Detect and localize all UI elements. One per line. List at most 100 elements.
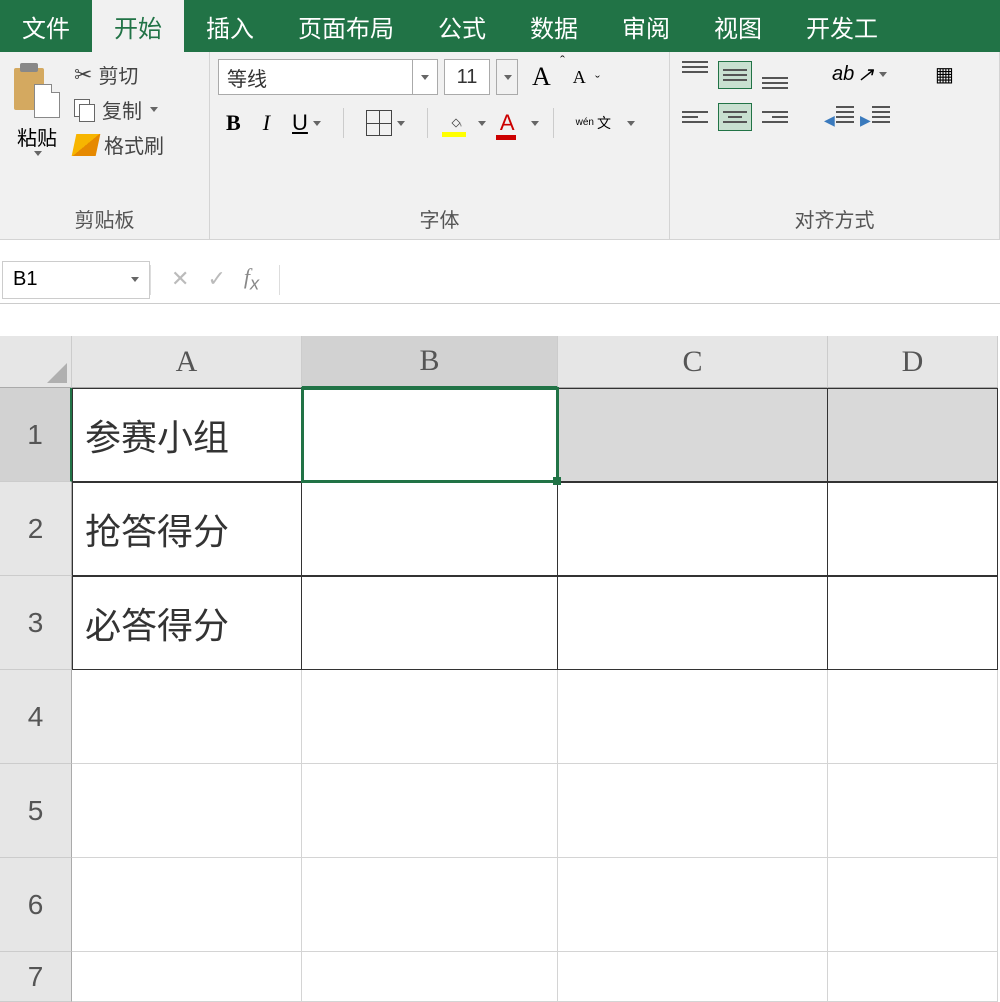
cut-label: 剪切: [98, 60, 138, 89]
paste-button[interactable]: 粘贴: [8, 58, 66, 160]
cell-A4[interactable]: [72, 670, 302, 764]
group-label-alignment: 对齐方式: [678, 200, 991, 239]
copy-button[interactable]: 复制: [74, 95, 164, 124]
row-header-6[interactable]: 6: [0, 858, 72, 952]
cell-B6[interactable]: [302, 858, 558, 952]
separator: [343, 108, 344, 138]
cell-D2[interactable]: [828, 482, 998, 576]
cell-D7[interactable]: [828, 952, 998, 1002]
align-left-button[interactable]: [678, 103, 712, 131]
group-label-font: 字体: [218, 200, 661, 239]
ribbon: 粘贴 ✂ 剪切 复制 格式刷 剪贴板: [0, 52, 1000, 240]
font-size-dropdown[interactable]: [496, 59, 518, 95]
row-header-5[interactable]: 5: [0, 764, 72, 858]
cut-button[interactable]: ✂ 剪切: [74, 60, 164, 89]
fill-handle[interactable]: [553, 477, 561, 485]
select-all-corner[interactable]: [0, 336, 72, 388]
cell-A3[interactable]: 必答得分: [72, 576, 302, 670]
tab-insert[interactable]: 插入: [184, 0, 276, 52]
tab-home[interactable]: 开始: [92, 0, 184, 52]
column-header-B[interactable]: B: [302, 336, 558, 388]
font-name-combo[interactable]: 等线: [218, 59, 438, 95]
increase-indent-button[interactable]: ▶: [860, 104, 890, 130]
font-size-combo[interactable]: 11: [444, 59, 490, 95]
cell-C7[interactable]: [558, 952, 828, 1002]
worksheet-grid: A B C D 1 参赛小组 2 抢答得分 3 必答得分 4 5: [0, 336, 1000, 1002]
column-header-D[interactable]: D: [828, 336, 998, 388]
group-clipboard: 粘贴 ✂ 剪切 复制 格式刷 剪贴板: [0, 52, 210, 239]
cell-B1[interactable]: [302, 388, 558, 482]
cell-B2[interactable]: [302, 482, 558, 576]
column-header-C[interactable]: C: [558, 336, 828, 388]
cell-A1[interactable]: 参赛小组: [72, 388, 302, 482]
cell-C1[interactable]: [558, 388, 828, 482]
italic-button[interactable]: I: [255, 106, 278, 140]
fill-color-dropdown[interactable]: [478, 121, 486, 126]
border-button[interactable]: [358, 106, 413, 140]
cell-A2[interactable]: 抢答得分: [72, 482, 302, 576]
column-header-A[interactable]: A: [72, 336, 302, 388]
bucket-icon: [450, 113, 462, 133]
font-size-value: 11: [457, 66, 478, 89]
align-bottom-button[interactable]: [758, 61, 792, 89]
cell-A6[interactable]: [72, 858, 302, 952]
name-box[interactable]: B1: [2, 261, 150, 299]
separator: [553, 108, 554, 138]
tab-view[interactable]: 视图: [692, 0, 784, 52]
scissors-icon: ✂: [74, 62, 92, 88]
row-header-2[interactable]: 2: [0, 482, 72, 576]
ribbon-tabs: 文件 开始 插入 页面布局 公式 数据 审阅 视图 开发工: [0, 0, 1000, 52]
wrap-text-button[interactable]: ▦: [927, 58, 962, 91]
group-alignment: ab↗ ▦ ◀ ▶ 对齐方式: [670, 52, 1000, 239]
row-header-1[interactable]: 1: [0, 388, 72, 482]
cell-D6[interactable]: [828, 858, 998, 952]
cell-B3[interactable]: [302, 576, 558, 670]
cell-D1[interactable]: [828, 388, 998, 482]
font-color-dropdown[interactable]: [531, 121, 539, 126]
cell-B4[interactable]: [302, 670, 558, 764]
align-middle-button[interactable]: [718, 61, 752, 89]
tab-data[interactable]: 数据: [508, 0, 600, 52]
decrease-font-size-button[interactable]: [565, 63, 594, 92]
row-header-4[interactable]: 4: [0, 670, 72, 764]
enter-icon[interactable]: ✓: [207, 266, 225, 292]
cell-A7[interactable]: [72, 952, 302, 1002]
align-right-button[interactable]: [758, 103, 792, 131]
cell-D3[interactable]: [828, 576, 998, 670]
fill-color-button[interactable]: [442, 109, 470, 137]
tab-file[interactable]: 文件: [0, 0, 92, 52]
cancel-icon[interactable]: ✕: [171, 266, 189, 292]
decrease-indent-button[interactable]: ◀: [824, 104, 854, 130]
orientation-button[interactable]: ab↗: [824, 58, 895, 91]
cell-D4[interactable]: [828, 670, 998, 764]
font-color-button[interactable]: A: [492, 106, 523, 140]
separator: [427, 108, 428, 138]
align-center-button[interactable]: [718, 103, 752, 131]
cell-C2[interactable]: [558, 482, 828, 576]
tab-formulas[interactable]: 公式: [416, 0, 508, 52]
cell-C4[interactable]: [558, 670, 828, 764]
cell-B7[interactable]: [302, 952, 558, 1002]
fx-icon[interactable]: fx: [244, 264, 259, 294]
cell-B5[interactable]: [302, 764, 558, 858]
cell-D5[interactable]: [828, 764, 998, 858]
tab-review[interactable]: 审阅: [600, 0, 692, 52]
tab-developer[interactable]: 开发工: [784, 0, 900, 52]
phonetic-guide-button[interactable]: wén 文: [568, 112, 619, 134]
cell-C3[interactable]: [558, 576, 828, 670]
name-box-value: B1: [13, 268, 37, 291]
paste-icon: [14, 62, 60, 118]
cell-A5[interactable]: [72, 764, 302, 858]
cell-C5[interactable]: [558, 764, 828, 858]
row-header-7[interactable]: 7: [0, 952, 72, 1002]
formula-input[interactable]: [280, 261, 1000, 299]
bold-button[interactable]: B: [218, 106, 249, 140]
group-font: 等线 11 B I U: [210, 52, 670, 239]
increase-font-size-button[interactable]: [524, 58, 559, 96]
tab-page-layout[interactable]: 页面布局: [276, 0, 416, 52]
format-painter-button[interactable]: 格式刷: [74, 130, 164, 159]
align-top-button[interactable]: [678, 61, 712, 89]
row-header-3[interactable]: 3: [0, 576, 72, 670]
underline-button[interactable]: U: [284, 106, 329, 140]
cell-C6[interactable]: [558, 858, 828, 952]
